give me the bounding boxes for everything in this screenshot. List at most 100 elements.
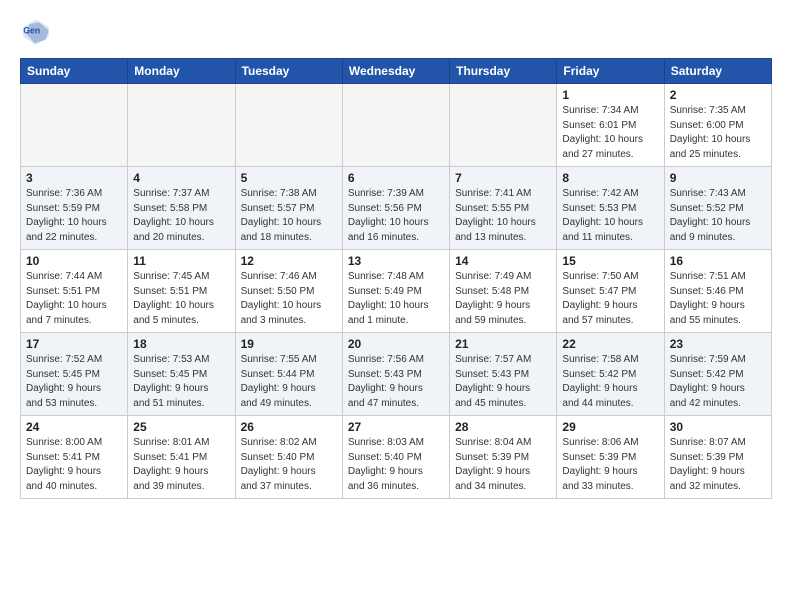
day-info: Sunrise: 8:02 AM Sunset: 5:40 PM Dayligh…	[241, 436, 337, 494]
logo: Gen	[20, 16, 56, 48]
day-number: 22	[562, 337, 658, 351]
day-number: 4	[133, 171, 229, 185]
day-number: 10	[26, 254, 122, 268]
day-info: Sunrise: 7:37 AM Sunset: 5:58 PM Dayligh…	[133, 187, 229, 245]
weekday-header-friday: Friday	[557, 59, 664, 84]
day-number: 14	[455, 254, 551, 268]
page: Gen SundayMondayTuesdayWednesdayThursday…	[0, 0, 792, 515]
week-row-2: 3 Sunrise: 7:36 AM Sunset: 5:59 PM Daylig…	[21, 167, 772, 250]
day-cell-12: 12 Sunrise: 7:46 AM Sunset: 5:50 PM Dayli…	[235, 250, 342, 333]
calendar: SundayMondayTuesdayWednesdayThursdayFrid…	[20, 58, 772, 499]
day-info: Sunrise: 7:45 AM Sunset: 5:51 PM Dayligh…	[133, 270, 229, 328]
day-info: Sunrise: 7:34 AM Sunset: 6:01 PM Dayligh…	[562, 104, 658, 162]
day-info: Sunrise: 7:44 AM Sunset: 5:51 PM Dayligh…	[26, 270, 122, 328]
weekday-header-tuesday: Tuesday	[235, 59, 342, 84]
day-cell-20: 20Sunrise: 7:56 AM Sunset: 5:43 PM Dayli…	[342, 333, 449, 416]
day-cell-5: 5 Sunrise: 7:38 AM Sunset: 5:57 PM Daylig…	[235, 167, 342, 250]
day-cell-14: 14Sunrise: 7:49 AM Sunset: 5:48 PM Dayli…	[450, 250, 557, 333]
svg-text:Gen: Gen	[23, 26, 40, 36]
day-number: 12	[241, 254, 337, 268]
day-cell-25: 25 Sunrise: 8:01 AM Sunset: 5:41 PM Dayli…	[128, 416, 235, 499]
day-cell-17: 17Sunrise: 7:52 AM Sunset: 5:45 PM Dayli…	[21, 333, 128, 416]
day-info: Sunrise: 8:03 AM Sunset: 5:40 PM Dayligh…	[348, 436, 444, 494]
day-cell-18: 18 Sunrise: 7:53 AM Sunset: 5:45 PM Dayli…	[128, 333, 235, 416]
day-number: 30	[670, 420, 766, 434]
day-cell-16: 16 Sunrise: 7:51 AM Sunset: 5:46 PM Dayli…	[664, 250, 771, 333]
week-row-3: 10 Sunrise: 7:44 AM Sunset: 5:51 PM Dayli…	[21, 250, 772, 333]
day-info: Sunrise: 7:42 AM Sunset: 5:53 PM Dayligh…	[562, 187, 658, 245]
day-cell-9: 9 Sunrise: 7:43 AM Sunset: 5:52 PM Daylig…	[664, 167, 771, 250]
day-cell-2: 2Sunrise: 7:35 AM Sunset: 6:00 PM Daylig…	[664, 84, 771, 167]
week-row-1: 1Sunrise: 7:34 AM Sunset: 6:01 PM Daylig…	[21, 84, 772, 167]
weekday-header-saturday: Saturday	[664, 59, 771, 84]
day-number: 16	[670, 254, 766, 268]
day-number: 20	[348, 337, 444, 351]
day-info: Sunrise: 7:58 AM Sunset: 5:42 PM Dayligh…	[562, 353, 658, 411]
day-number: 8	[562, 171, 658, 185]
day-info: Sunrise: 7:39 AM Sunset: 5:56 PM Dayligh…	[348, 187, 444, 245]
day-cell-6: 6 Sunrise: 7:39 AM Sunset: 5:56 PM Daylig…	[342, 167, 449, 250]
day-info: Sunrise: 8:04 AM Sunset: 5:39 PM Dayligh…	[455, 436, 551, 494]
weekday-header-thursday: Thursday	[450, 59, 557, 84]
day-info: Sunrise: 7:57 AM Sunset: 5:43 PM Dayligh…	[455, 353, 551, 411]
day-number: 19	[241, 337, 337, 351]
day-cell-19: 19 Sunrise: 7:55 AM Sunset: 5:44 PM Dayli…	[235, 333, 342, 416]
day-number: 9	[670, 171, 766, 185]
day-number: 5	[241, 171, 337, 185]
day-number: 28	[455, 420, 551, 434]
day-cell-7: 7Sunrise: 7:41 AM Sunset: 5:55 PM Daylig…	[450, 167, 557, 250]
day-number: 21	[455, 337, 551, 351]
day-number: 15	[562, 254, 658, 268]
day-cell-8: 8 Sunrise: 7:42 AM Sunset: 5:53 PM Daylig…	[557, 167, 664, 250]
day-info: Sunrise: 7:36 AM Sunset: 5:59 PM Dayligh…	[26, 187, 122, 245]
day-number: 13	[348, 254, 444, 268]
day-info: Sunrise: 7:52 AM Sunset: 5:45 PM Dayligh…	[26, 353, 122, 411]
empty-cell	[342, 84, 449, 167]
day-info: Sunrise: 7:50 AM Sunset: 5:47 PM Dayligh…	[562, 270, 658, 328]
day-info: Sunrise: 7:53 AM Sunset: 5:45 PM Dayligh…	[133, 353, 229, 411]
day-cell-26: 26 Sunrise: 8:02 AM Sunset: 5:40 PM Dayli…	[235, 416, 342, 499]
day-number: 25	[133, 420, 229, 434]
day-number: 18	[133, 337, 229, 351]
day-cell-28: 28 Sunrise: 8:04 AM Sunset: 5:39 PM Dayli…	[450, 416, 557, 499]
day-info: Sunrise: 8:00 AM Sunset: 5:41 PM Dayligh…	[26, 436, 122, 494]
day-info: Sunrise: 8:07 AM Sunset: 5:39 PM Dayligh…	[670, 436, 766, 494]
week-row-4: 17Sunrise: 7:52 AM Sunset: 5:45 PM Dayli…	[21, 333, 772, 416]
day-number: 3	[26, 171, 122, 185]
empty-cell	[128, 84, 235, 167]
day-number: 27	[348, 420, 444, 434]
day-info: Sunrise: 7:46 AM Sunset: 5:50 PM Dayligh…	[241, 270, 337, 328]
day-info: Sunrise: 7:43 AM Sunset: 5:52 PM Dayligh…	[670, 187, 766, 245]
day-cell-13: 13 Sunrise: 7:48 AM Sunset: 5:49 PM Dayli…	[342, 250, 449, 333]
logo-icon: Gen	[20, 16, 52, 48]
day-info: Sunrise: 7:48 AM Sunset: 5:49 PM Dayligh…	[348, 270, 444, 328]
day-cell-24: 24 Sunrise: 8:00 AM Sunset: 5:41 PM Dayli…	[21, 416, 128, 499]
day-cell-10: 10 Sunrise: 7:44 AM Sunset: 5:51 PM Dayli…	[21, 250, 128, 333]
day-info: Sunrise: 8:01 AM Sunset: 5:41 PM Dayligh…	[133, 436, 229, 494]
day-number: 23	[670, 337, 766, 351]
day-info: Sunrise: 7:51 AM Sunset: 5:46 PM Dayligh…	[670, 270, 766, 328]
weekday-row: SundayMondayTuesdayWednesdayThursdayFrid…	[21, 59, 772, 84]
calendar-header: SundayMondayTuesdayWednesdayThursdayFrid…	[21, 59, 772, 84]
weekday-header-monday: Monday	[128, 59, 235, 84]
day-info: Sunrise: 7:38 AM Sunset: 5:57 PM Dayligh…	[241, 187, 337, 245]
calendar-body: 1Sunrise: 7:34 AM Sunset: 6:01 PM Daylig…	[21, 84, 772, 499]
day-number: 24	[26, 420, 122, 434]
day-number: 6	[348, 171, 444, 185]
week-row-5: 24 Sunrise: 8:00 AM Sunset: 5:41 PM Dayli…	[21, 416, 772, 499]
day-info: Sunrise: 7:59 AM Sunset: 5:42 PM Dayligh…	[670, 353, 766, 411]
empty-cell	[450, 84, 557, 167]
header: Gen	[20, 16, 772, 48]
day-info: Sunrise: 7:41 AM Sunset: 5:55 PM Dayligh…	[455, 187, 551, 245]
day-number: 11	[133, 254, 229, 268]
day-cell-22: 22 Sunrise: 7:58 AM Sunset: 5:42 PM Dayli…	[557, 333, 664, 416]
day-number: 26	[241, 420, 337, 434]
day-cell-15: 15 Sunrise: 7:50 AM Sunset: 5:47 PM Dayli…	[557, 250, 664, 333]
day-info: Sunrise: 8:06 AM Sunset: 5:39 PM Dayligh…	[562, 436, 658, 494]
day-cell-30: 30 Sunrise: 8:07 AM Sunset: 5:39 PM Dayli…	[664, 416, 771, 499]
day-cell-27: 27 Sunrise: 8:03 AM Sunset: 5:40 PM Dayli…	[342, 416, 449, 499]
day-cell-23: 23 Sunrise: 7:59 AM Sunset: 5:42 PM Dayli…	[664, 333, 771, 416]
day-info: Sunrise: 7:55 AM Sunset: 5:44 PM Dayligh…	[241, 353, 337, 411]
empty-cell	[21, 84, 128, 167]
day-cell-3: 3 Sunrise: 7:36 AM Sunset: 5:59 PM Daylig…	[21, 167, 128, 250]
